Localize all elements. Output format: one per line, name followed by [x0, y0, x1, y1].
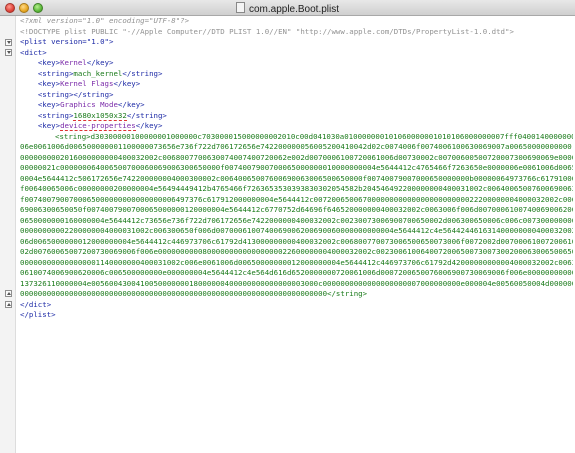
data-line: 02d00760065007200730069006f006e000000000… — [20, 247, 573, 256]
data-line: f007400790070006500000000000000000649737… — [20, 194, 573, 204]
plist-open-tag: <plist version="1.0"> — [20, 37, 114, 46]
dict-open-tag: <dict> — [20, 47, 47, 57]
window-title: com.apple.Boot.plist — [248, 4, 340, 15]
entry-line: <key>device-properties</key> — [37, 121, 163, 131]
editor-window: com.apple.Boot.plist <?xml version="1.0"… — [0, 0, 575, 453]
code-editor[interactable]: <?xml version="1.0" encoding="UTF-8"?> <… — [20, 16, 573, 453]
data-line: 0000000000000000000000000000000000000000… — [20, 289, 368, 298]
entry-line: <string>mach_kernel</string> — [37, 68, 163, 78]
key-value: Graphics Mode — [60, 100, 118, 109]
dict-close-tag: </dict> — [20, 299, 52, 309]
document-icon — [235, 2, 245, 13]
data-line: 0004e5644412c506172656e74220000000400030… — [20, 173, 573, 183]
data-line: 137326110000004e005600430041005000000018… — [20, 278, 573, 288]
data-line: <string>d30300000100000001000000c7030000… — [55, 131, 573, 141]
data-line: 00000021c0000000640065007000600690063006… — [20, 163, 573, 172]
key-value: Kernel — [60, 58, 87, 67]
line-gutter[interactable] — [0, 16, 16, 453]
title-bar[interactable]: com.apple.Boot.plist — [0, 0, 575, 16]
string-value: mach_kernel — [73, 68, 123, 78]
fold-plist-end-icon[interactable] — [5, 301, 12, 308]
key-value: device-properties — [60, 121, 136, 131]
key-value: Kernel Flags — [60, 79, 114, 88]
window-title-container: com.apple.Boot.plist — [0, 2, 575, 15]
xml-declaration: <?xml version="1.0" encoding="UTF-8"?> — [20, 16, 190, 25]
data-line: f00640065006c00000000200000004e564944494… — [20, 184, 573, 193]
data-line: 00000000002200000004000031002c006300650f… — [20, 226, 573, 235]
entry-line: <key>Kernel Flags</key> — [37, 79, 141, 88]
data-line: 69006300650050f0074007900700065000000120… — [20, 205, 573, 214]
entry-line: <key>Graphics Mode</key> — [37, 100, 145, 109]
fold-dict-end-icon[interactable] — [5, 290, 12, 297]
doctype-line: <!DOCTYPE plist PUBLIC "-//Apple Compute… — [20, 26, 514, 36]
fold-dict-icon[interactable] — [5, 49, 12, 56]
data-line: 000000000000000001140000000400031002c006… — [20, 257, 573, 267]
data-line: 0610074006900620006c006500000000e0000000… — [20, 268, 573, 277]
entry-line: <string></string> — [37, 89, 114, 99]
entry-line: <key>Kernel</key> — [37, 58, 114, 67]
plist-close-tag: </plist> — [20, 310, 56, 319]
data-line: 06e0061006d006500000001100000073656e736f… — [20, 142, 572, 151]
data-line: 06d0065000000012000000004e5644412c446973… — [20, 236, 573, 246]
string-value: 1680x1050x32 — [73, 110, 127, 121]
data-line: 0000000002016000000000400032002c00680077… — [20, 152, 573, 162]
fold-plist-icon[interactable] — [5, 39, 12, 46]
data-line: 0650000000160000004e5644412c73656e736f72… — [20, 215, 573, 225]
entry-line: <string>1680x1050x32</string> — [37, 110, 167, 121]
